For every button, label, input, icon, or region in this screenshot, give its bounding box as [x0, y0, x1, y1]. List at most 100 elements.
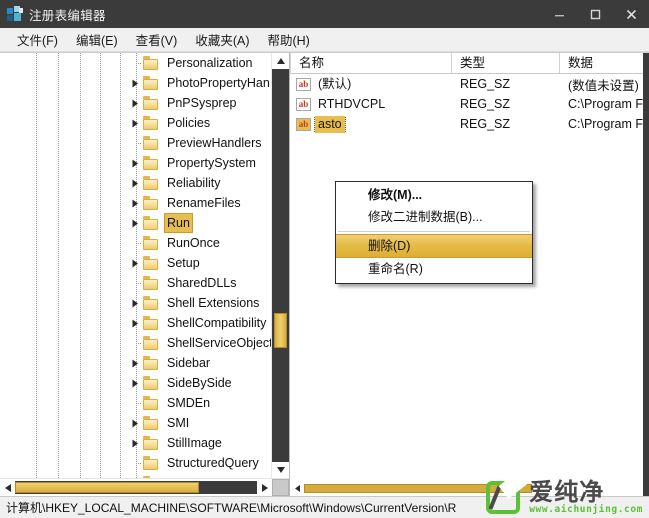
tree-item-setup[interactable]: Setup	[0, 253, 271, 273]
tree-expand-arrow-icon[interactable]	[128, 173, 142, 193]
tree-expand-arrow-icon[interactable]	[128, 473, 142, 478]
tree-item-renamefiles[interactable]: RenameFiles	[0, 193, 271, 213]
tree-item-previewhandlers[interactable]: PreviewHandlers	[0, 133, 271, 153]
tree-item-label: Setup	[164, 253, 203, 273]
menu-file[interactable]: 文件(F)	[8, 28, 67, 51]
tree-item-stillimage[interactable]: StillImage	[0, 433, 271, 453]
tree-vertical-scroll-thumb[interactable]	[274, 313, 287, 348]
tree-leaf-connector	[136, 243, 142, 244]
values-horizontal-scrollbar[interactable]	[290, 481, 649, 496]
minimize-button[interactable]	[541, 0, 577, 28]
tree-item-label: StillImage	[164, 433, 225, 453]
string-value-icon: ab	[296, 78, 311, 91]
tree-item-label: Reliability	[164, 173, 224, 193]
value-name-cell: ab (默认)	[290, 76, 452, 93]
string-value-icon-label: ab	[297, 118, 310, 130]
tree-item-photopropertyhan[interactable]: PhotoPropertyHan	[0, 73, 271, 93]
tree-expand-arrow-icon[interactable]	[128, 433, 142, 453]
tree-item-label: SMI	[164, 413, 192, 433]
tree-item-shell-extensions[interactable]: Shell Extensions	[0, 293, 271, 313]
folder-icon	[143, 416, 160, 430]
values-scroll-left-button[interactable]	[290, 481, 304, 496]
tree-item-label: SharedDLLs	[164, 273, 240, 293]
folder-icon	[143, 156, 160, 170]
value-context-menu[interactable]: 修改(M)...修改二进制数据(B)... 删除(D)重命名(R)	[335, 181, 533, 284]
tree-expand-arrow-icon[interactable]	[128, 373, 142, 393]
tree-scroll-down-button[interactable]	[272, 462, 289, 478]
tree-leaf-connector	[136, 63, 142, 64]
tree-expand-arrow-icon[interactable]	[128, 193, 142, 213]
tree-item-personalization[interactable]: Personalization	[0, 53, 271, 73]
window-controls	[541, 0, 649, 28]
tree-item-smden[interactable]: SMDEn	[0, 393, 271, 413]
menu-edit[interactable]: 编辑(E)	[67, 28, 127, 51]
tree-expand-arrow-icon[interactable]	[128, 153, 142, 173]
tree-expand-arrow-icon[interactable]	[128, 313, 142, 333]
tree-item-structuredquery[interactable]: StructuredQuery	[0, 453, 271, 473]
tree-item-shellcompatibility[interactable]: ShellCompatibility	[0, 313, 271, 333]
context-menu-item-0[interactable]: 修改(M)...	[336, 184, 532, 206]
tree-scroll-right-button[interactable]	[257, 479, 272, 496]
column-header-data[interactable]: 数据	[560, 53, 649, 73]
tree-item-policies[interactable]: Policies	[0, 113, 271, 133]
values-horizontal-scroll-track[interactable]	[304, 484, 649, 493]
tree-expand-arrow-icon[interactable]	[128, 253, 142, 273]
tree-expand-arrow-icon[interactable]	[128, 113, 142, 133]
folder-icon	[143, 256, 160, 270]
tree-vertical-scroll-track[interactable]	[272, 69, 289, 462]
tree-item-label: PhotoPropertyHan	[164, 73, 271, 93]
value-type-cell: REG_SZ	[452, 77, 560, 91]
tree-scroll-left-button[interactable]	[0, 479, 15, 496]
tree-expand-arrow-icon[interactable]	[128, 353, 142, 373]
tree-expand-arrow-icon[interactable]	[128, 93, 142, 113]
menu-help[interactable]: 帮助(H)	[258, 28, 318, 51]
value-name-cell: abRTHDVCPL	[290, 96, 452, 113]
folder-icon	[143, 56, 160, 70]
tree-horizontal-scrollbar[interactable]	[0, 478, 289, 496]
table-row[interactable]: abRTHDVCPLREG_SZC:\Program File	[290, 94, 649, 114]
tree-item-pnpsysprep[interactable]: PnPSysprep	[0, 93, 271, 113]
folder-icon	[143, 376, 160, 390]
folder-icon	[143, 456, 160, 470]
registry-tree[interactable]: PersonalizationPhotoPropertyHanPnPSyspre…	[0, 53, 271, 478]
window-title: 注册表编辑器	[29, 5, 106, 24]
column-header-type[interactable]: 类型	[452, 53, 560, 73]
tree-item-smi[interactable]: SMI	[0, 413, 271, 433]
window-right-edge	[643, 53, 649, 496]
tree-item-label: Run	[164, 213, 193, 233]
value-name-label: (默认)	[315, 76, 354, 93]
tree-expand-arrow-icon[interactable]	[128, 213, 142, 233]
table-row[interactable]: abastoREG_SZC:\Program File	[290, 114, 649, 134]
tree-horizontal-scroll-track[interactable]	[15, 481, 257, 494]
tree-item-run[interactable]: Run	[0, 213, 271, 233]
values-horizontal-scroll-thumb[interactable]	[304, 484, 532, 493]
tree-scroll-up-button[interactable]	[272, 53, 289, 69]
menu-bar: 文件(F) 编辑(E) 查看(V) 收藏夹(A) 帮助(H)	[0, 28, 649, 52]
tree-expand-arrow-icon[interactable]	[128, 413, 142, 433]
context-menu-item-3[interactable]: 重命名(R)	[336, 258, 532, 280]
tree-item-sidebyside[interactable]: SideBySide	[0, 373, 271, 393]
tree-item-runonce[interactable]: RunOnce	[0, 233, 271, 253]
context-menu-item-1[interactable]: 修改二进制数据(B)...	[336, 206, 532, 228]
tree-expand-arrow-icon[interactable]	[128, 73, 142, 93]
tree-item-shellserviceobjecti[interactable]: ShellServiceObjectI	[0, 333, 271, 353]
tree-horizontal-scroll-thumb[interactable]	[15, 482, 199, 493]
tree-item-label: Policies	[164, 113, 213, 133]
tree-item-propertysystem[interactable]: PropertySystem	[0, 153, 271, 173]
values-column-header: 名称 类型 数据	[290, 53, 649, 74]
tree-item-shareddlls[interactable]: SharedDLLs	[0, 273, 271, 293]
tree-item-reliability[interactable]: Reliability	[0, 173, 271, 193]
column-header-name[interactable]: 名称	[290, 53, 452, 73]
folder-icon	[143, 316, 160, 330]
menu-view[interactable]: 查看(V)	[127, 28, 187, 51]
close-button[interactable]	[613, 0, 649, 28]
tree-item-syncmgr[interactable]: Syncmgr	[0, 473, 271, 478]
menu-favorites[interactable]: 收藏夹(A)	[186, 28, 258, 51]
table-row[interactable]: ab(默认)REG_SZ(数值未设置)	[290, 74, 649, 94]
tree-vertical-scrollbar[interactable]	[271, 53, 289, 478]
context-menu-item-2[interactable]: 删除(D)	[336, 234, 532, 258]
tree-expand-arrow-icon[interactable]	[128, 293, 142, 313]
folder-icon	[143, 476, 160, 478]
maximize-button[interactable]	[577, 0, 613, 28]
tree-item-sidebar[interactable]: Sidebar	[0, 353, 271, 373]
